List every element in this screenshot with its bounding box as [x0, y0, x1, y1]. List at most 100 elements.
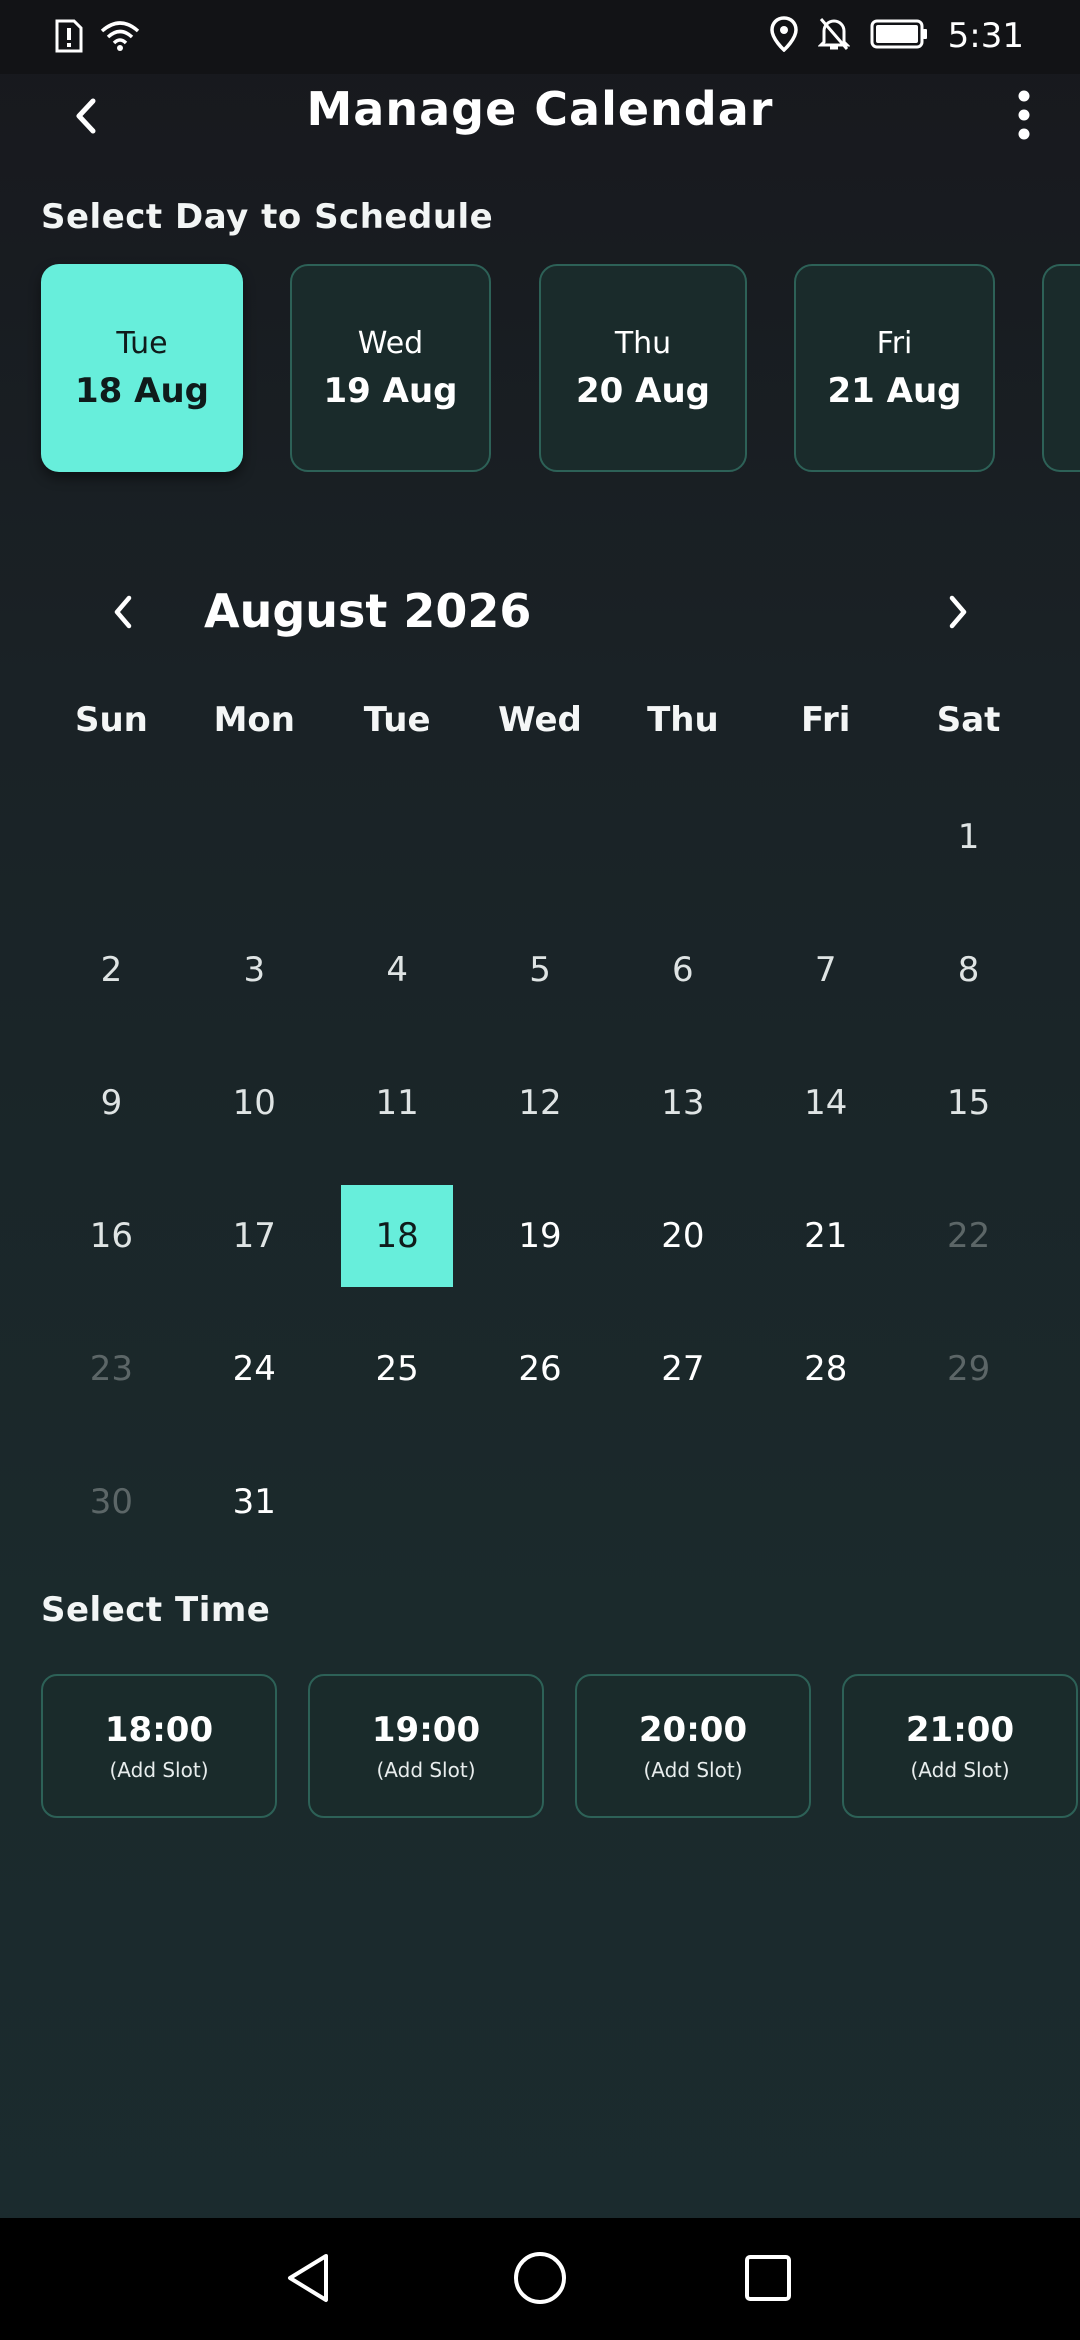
calendar-day-number: 13	[661, 1082, 705, 1123]
calendar-day-cell[interactable]: 14	[754, 1053, 897, 1153]
time-slot-time: 20:00	[638, 1710, 748, 1750]
battery-icon	[870, 19, 928, 53]
calendar-day-number: 26	[518, 1348, 562, 1389]
day-card-thu-20[interactable]: Thu 20 Aug	[539, 264, 747, 472]
next-month-button[interactable]	[930, 586, 986, 642]
nav-recents-button[interactable]	[736, 2248, 800, 2312]
calendar-day-cell[interactable]: 24	[183, 1319, 326, 1419]
calendar-day-cell[interactable]: 10	[183, 1053, 326, 1153]
calendar-day-cell[interactable]: 6	[611, 920, 754, 1020]
calendar-day-cell[interactable]: 13	[611, 1053, 754, 1153]
weekday-label: Wed	[498, 700, 582, 740]
weekday-label: Thu	[647, 700, 719, 740]
calendar-day-cell[interactable]: 8	[897, 920, 1040, 1020]
calendar-day-number: 1	[957, 816, 980, 857]
calendar-day-cell[interactable]: 1	[897, 787, 1040, 887]
calendar-day-cell[interactable]: 5	[469, 920, 612, 1020]
calendar-day-cell[interactable]: 17	[183, 1186, 326, 1286]
weekday-label: Fri	[800, 700, 851, 740]
calendar-day-cell[interactable]: 21	[754, 1186, 897, 1286]
system-navigation-bar	[0, 2218, 1080, 2340]
calendar-week-row: 23 24 25 26 27 28 29	[40, 1302, 1040, 1435]
calendar-day-number: 7	[814, 949, 837, 990]
time-slot-card[interactable]: 20:00 (Add Slot)	[575, 1674, 811, 1818]
day-card-date: 21 Aug	[827, 370, 962, 411]
calendar-day-number: 16	[89, 1215, 134, 1256]
day-card-partial[interactable]	[1042, 264, 1080, 472]
calendar-day-number: 15	[946, 1082, 991, 1123]
day-card-wed-19[interactable]: Wed 19 Aug	[290, 264, 491, 472]
calendar-day-cell[interactable]: 3	[183, 920, 326, 1020]
time-slot-action: (Add Slot)	[376, 1758, 476, 1782]
more-options-button[interactable]	[998, 82, 1050, 152]
calendar-day-number: 25	[375, 1348, 419, 1389]
month-header: August 2026	[0, 580, 1080, 650]
calendar-day-cell[interactable]: 19	[469, 1186, 612, 1286]
wifi-icon	[100, 19, 140, 57]
calendar-day-cell[interactable]: 26	[469, 1319, 612, 1419]
calendar-day-cell[interactable]: 7	[754, 920, 897, 1020]
sim-alert-icon	[54, 18, 84, 58]
status-right-icons: 5:31	[769, 16, 1024, 56]
calendar-day-number: 3	[243, 949, 266, 990]
calendar-day-number: 30	[89, 1481, 134, 1522]
calendar-day-number: 18	[341, 1184, 454, 1287]
time-slot-card[interactable]: 21:00 (Add Slot)	[842, 1674, 1078, 1818]
calendar-week-row: 30 31	[40, 1435, 1040, 1568]
status-left-icons	[54, 18, 140, 58]
time-slot-card[interactable]: 18:00 (Add Slot)	[41, 1674, 277, 1818]
time-slot-action: (Add Slot)	[109, 1758, 209, 1782]
day-card-tue-18[interactable]: Tue 18 Aug	[41, 264, 243, 472]
calendar-day-cell[interactable]: 16	[40, 1186, 183, 1286]
calendar-day-cell[interactable]: 11	[326, 1053, 469, 1153]
calendar-week-row: 1	[40, 770, 1040, 903]
triangle-back-icon	[282, 2251, 336, 2309]
app-bar: Manage Calendar	[0, 74, 1080, 192]
calendar-day-number: 24	[232, 1348, 276, 1389]
calendar-week-row: 9 10 11 12 13 14 15	[40, 1036, 1040, 1169]
bell-off-icon	[817, 16, 851, 56]
location-icon	[769, 16, 798, 56]
time-slot-time: 21:00	[905, 1710, 1015, 1750]
calendar-day-cell[interactable]: 15	[897, 1053, 1040, 1153]
previous-month-button[interactable]	[95, 586, 151, 642]
calendar-day-number: 31	[232, 1481, 276, 1522]
day-card-fri-21[interactable]: Fri 21 Aug	[794, 264, 995, 472]
select-day-label: Select Day to Schedule	[41, 197, 494, 237]
calendar-day-cell[interactable]: 20	[611, 1186, 754, 1286]
weekday-header-row: Sun Mon Tue Wed Thu Fri Sat	[40, 700, 1040, 740]
time-slot-action: (Add Slot)	[910, 1758, 1010, 1782]
more-vertical-icon	[1017, 89, 1031, 145]
weekday-label: Sun	[74, 700, 148, 740]
month-title: August 2026	[204, 584, 532, 638]
calendar-day-cell[interactable]: 28	[754, 1319, 897, 1419]
calendar-day-cell[interactable]: 18	[326, 1184, 469, 1287]
time-slot-card[interactable]: 19:00 (Add Slot)	[308, 1674, 544, 1818]
chevron-left-icon	[111, 594, 135, 634]
page-title: Manage Calendar	[306, 82, 774, 136]
day-card-weekday: Thu	[614, 325, 672, 361]
weekday-label: Mon	[213, 700, 295, 740]
calendar-day-number: 19	[518, 1215, 562, 1256]
calendar-day-cell[interactable]: 4	[326, 920, 469, 1020]
calendar-day-number: 21	[804, 1215, 848, 1256]
calendar-day-number: 4	[386, 949, 408, 990]
nav-back-button[interactable]	[277, 2248, 341, 2312]
weekday-label: Sat	[936, 700, 1001, 740]
chevron-right-icon	[946, 594, 970, 634]
calendar-day-cell[interactable]: 25	[326, 1319, 469, 1419]
calendar-day-cell[interactable]: 31	[183, 1452, 326, 1552]
calendar-day-cell[interactable]: 12	[469, 1053, 612, 1153]
calendar-day-cell[interactable]: 2	[40, 920, 183, 1020]
nav-home-button[interactable]	[508, 2248, 572, 2312]
calendar-day-number: 14	[804, 1082, 848, 1123]
calendar-day-number: 12	[518, 1082, 562, 1123]
calendar-day-cell[interactable]: 27	[611, 1319, 754, 1419]
calendar-day-number: 27	[661, 1348, 705, 1389]
select-time-label: Select Time	[41, 1590, 271, 1630]
time-slot-action: (Add Slot)	[643, 1758, 743, 1782]
calendar-day-cell[interactable]: 9	[40, 1053, 183, 1153]
calendar-day-cell: 23	[40, 1319, 183, 1419]
calendar-day-number: 29	[946, 1348, 991, 1389]
calendar-day-number: 9	[100, 1082, 123, 1123]
